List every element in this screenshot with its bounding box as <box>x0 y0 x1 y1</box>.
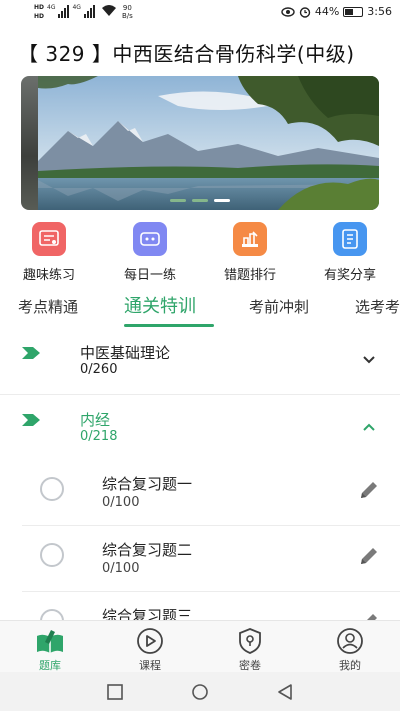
item-title: 综合复习题二 <box>102 541 193 559</box>
nav-profile[interactable]: 我的 <box>320 627 380 673</box>
banner-previous-slide[interactable] <box>21 76 38 210</box>
page-title: 【 329 】中西医结合骨伤科学(中级) <box>18 42 355 66</box>
quick-action-share[interactable]: 有奖分享 <box>320 222 380 283</box>
chevron-up-icon[interactable] <box>362 422 376 432</box>
section-count: 0/260 <box>80 362 118 377</box>
pencil-icon[interactable] <box>358 545 380 567</box>
list-item[interactable]: 综合复习题一 0/100 <box>22 460 400 526</box>
banner-dot[interactable] <box>170 199 186 202</box>
status-bar: HD HD 4G 4G 90 B/s 44% 3:56 <box>0 0 400 26</box>
quick-action-label: 错题排行 <box>223 268 276 283</box>
divider <box>0 394 400 395</box>
item-radio[interactable] <box>40 543 64 567</box>
signal-icon <box>58 4 70 18</box>
chevron-down-icon[interactable] <box>362 355 376 365</box>
banner-carousel[interactable] <box>21 76 379 210</box>
banner-indicators <box>21 199 379 202</box>
bottom-navigation: 题库 课程 密卷 我的 <box>0 620 400 672</box>
nav-label: 课程 <box>139 659 161 672</box>
recents-icon[interactable] <box>105 684 125 700</box>
section-flag-icon <box>22 347 40 359</box>
tab-tongguan[interactable]: 通关特训 <box>124 292 196 318</box>
net-speed: 90 B/s <box>122 4 133 20</box>
list-item[interactable]: 综合复习题二 0/100 <box>22 526 400 592</box>
section-title: 内经 <box>80 411 111 429</box>
tab-kaodian[interactable]: 考点精通 <box>18 296 78 317</box>
section-count: 0/218 <box>80 429 118 444</box>
net-speed-value: 90 <box>122 4 132 12</box>
item-count: 0/100 <box>102 561 140 576</box>
quick-action-practice[interactable]: 趣味练习 <box>19 222 79 283</box>
item-title: 综合复习题一 <box>102 475 193 493</box>
share-icon <box>333 222 367 256</box>
banner-image[interactable] <box>38 76 379 210</box>
pencil-icon[interactable] <box>358 479 380 501</box>
net-speed-unit: B/s <box>121 12 133 20</box>
status-left: HD HD 4G 4G 90 B/s <box>34 4 133 20</box>
item-count: 0/100 <box>102 495 140 510</box>
quick-action-daily[interactable]: 每日一练 <box>120 222 180 283</box>
nav-question-bank[interactable]: 题库 <box>20 627 80 673</box>
section-zhongyi-jichu[interactable]: 中医基础理论 0/260 <box>0 336 400 394</box>
active-tab-indicator <box>124 324 214 327</box>
practice-icon <box>32 222 66 256</box>
category-tabs: 考点精通 通关特训 考前冲刺 选考考 <box>0 288 400 328</box>
home-icon[interactable] <box>190 684 210 700</box>
battery-icon <box>343 6 364 17</box>
sim2-label: HD <box>34 13 45 20</box>
nav-label: 密卷 <box>239 659 261 672</box>
section-flag-icon <box>22 414 40 426</box>
back-icon[interactable] <box>275 684 295 700</box>
nav-secret-exam[interactable]: 密卷 <box>220 627 280 673</box>
section-neijing[interactable]: 内经 0/218 <box>0 404 400 454</box>
quick-action-label: 有奖分享 <box>323 268 376 283</box>
banner-dot-active[interactable] <box>214 199 230 202</box>
item-radio[interactable] <box>40 477 64 501</box>
tab-kaoqian[interactable]: 考前冲刺 <box>249 296 309 317</box>
sim1-net: 4G <box>47 4 56 11</box>
quick-action-label: 趣味练习 <box>22 268 75 283</box>
system-navigation-bar <box>0 672 400 711</box>
clock: 3:56 <box>367 5 392 18</box>
status-right: 44% 3:56 <box>281 5 392 18</box>
section-title: 中医基础理论 <box>80 344 171 362</box>
eye-icon <box>281 6 295 17</box>
nav-label: 我的 <box>339 659 361 672</box>
question-bank-icon <box>35 627 65 655</box>
mistakes-icon <box>233 222 267 256</box>
secret-exam-icon <box>235 627 265 655</box>
banner-dot[interactable] <box>192 199 208 202</box>
play-icon <box>135 627 165 655</box>
sim2-net: 4G <box>72 4 81 11</box>
quick-action-mistakes[interactable]: 错题排行 <box>220 222 280 283</box>
profile-icon <box>335 627 365 655</box>
sim1-label: HD <box>34 4 45 11</box>
sim1-indicator: HD HD <box>34 4 44 20</box>
alarm-icon <box>299 6 311 18</box>
nav-label: 题库 <box>39 659 61 672</box>
quick-action-label: 每日一练 <box>123 268 176 283</box>
battery-percent: 44% <box>314 5 340 18</box>
tab-xuankao[interactable]: 选考考 <box>355 296 400 317</box>
daily-icon <box>133 222 167 256</box>
signal-2-icon <box>83 4 95 18</box>
wifi-icon <box>101 5 116 16</box>
nav-courses[interactable]: 课程 <box>120 627 180 673</box>
